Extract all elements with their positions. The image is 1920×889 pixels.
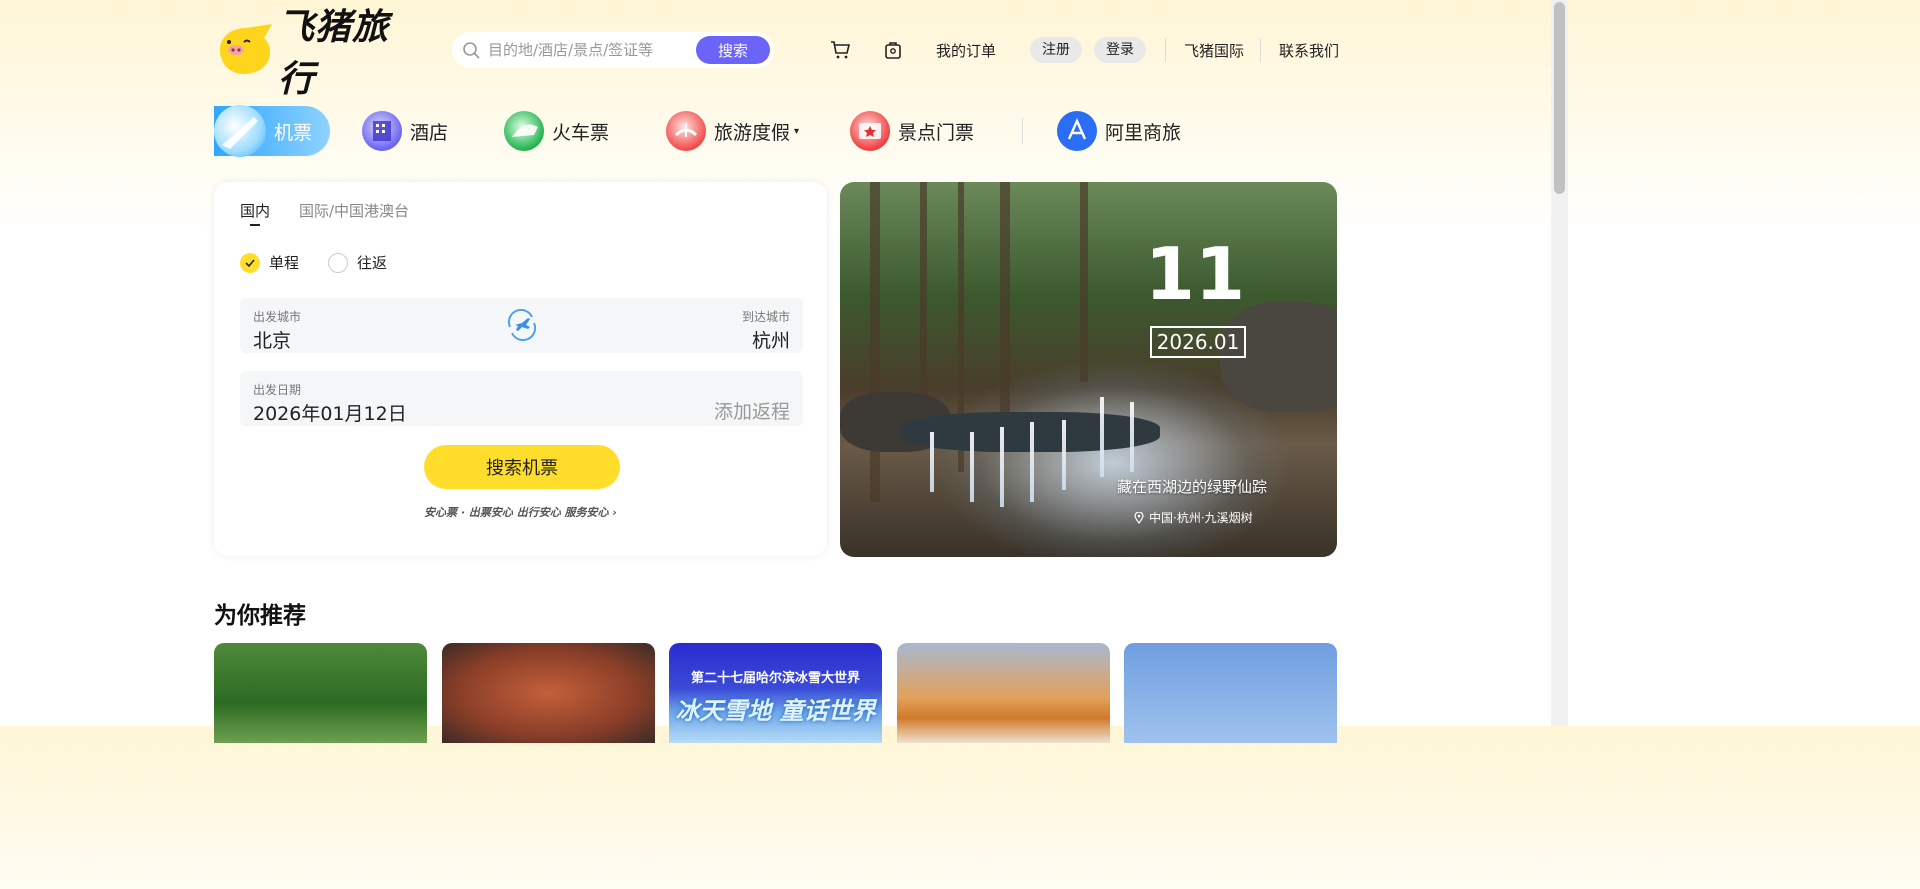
waterfall-stream xyxy=(930,432,934,492)
nav-item-label: 景点门票 xyxy=(898,121,975,144)
site-search: 搜索 xyxy=(452,32,774,68)
ali-business-icon xyxy=(1057,111,1097,151)
location-pin-icon xyxy=(1134,511,1144,524)
city-field: 出发城市 北京 到达城市 杭州 xyxy=(240,298,803,353)
round-trip-label: 往返 xyxy=(357,254,388,272)
one-way-label: 单程 xyxy=(269,254,300,272)
nav-item-tickets[interactable]: 景点门票 xyxy=(850,106,974,156)
header-divider xyxy=(1260,38,1261,62)
logo-text: 飞猪旅行 xyxy=(278,7,390,100)
scrollbar-thumb[interactable] xyxy=(1554,2,1565,194)
add-return-button[interactable]: 添加返程 xyxy=(714,397,790,424)
poster-title: 第二十七届哈尔滨冰雪大世界 xyxy=(690,671,860,686)
waterfall-stream xyxy=(970,432,974,502)
recommend-card-1[interactable] xyxy=(214,643,427,743)
feizhu-logo[interactable]: 飞猪旅行 xyxy=(214,7,424,100)
nav-item-hotel[interactable]: 酒店 xyxy=(362,106,448,156)
hero-date: 2026.01 xyxy=(1150,326,1246,358)
search-icon xyxy=(463,42,480,59)
from-city-input[interactable]: 北京 xyxy=(253,326,291,353)
date-field: 出发日期 2026年01月12日 添加返程 xyxy=(240,371,803,426)
recommend-card-4[interactable] xyxy=(897,643,1110,743)
chevron-down-icon: ▾ xyxy=(794,125,800,137)
check-icon xyxy=(240,252,260,273)
assurance-link[interactable]: 安心票 · 出票安心 出行安心 服务安心 › xyxy=(214,504,827,520)
nav-divider xyxy=(1022,118,1023,144)
recommend-title: 为你推荐 xyxy=(214,603,306,629)
recommend-card-3[interactable]: 第二十七届哈尔滨冰雪大世界 冰天雪地 童话世界 xyxy=(669,643,882,743)
search-flights-button[interactable]: 搜索机票 xyxy=(424,445,620,489)
waterfall-stream xyxy=(1062,420,1066,490)
recommend-card-5[interactable] xyxy=(1124,643,1337,743)
recommend-card-2[interactable] xyxy=(442,643,655,743)
train-icon xyxy=(504,111,544,151)
waterfall-stream xyxy=(1100,397,1104,477)
from-city-label: 出发城市 xyxy=(253,310,302,324)
to-city-label: 到达城市 xyxy=(741,310,790,324)
plane-icon xyxy=(214,105,266,157)
waterfall-stream xyxy=(1000,427,1004,507)
round-trip-radio[interactable]: 往返 xyxy=(328,252,387,273)
tab-domestic[interactable]: 国内 xyxy=(240,200,270,226)
cart-icon[interactable] xyxy=(830,40,850,60)
to-city-input[interactable]: 杭州 xyxy=(752,326,790,353)
tree-trunk xyxy=(870,182,880,502)
international-link[interactable]: 飞猪国际 xyxy=(1184,40,1244,61)
hero-location: 中国·杭州·九溪烟树 xyxy=(1134,509,1253,526)
bag-icon[interactable] xyxy=(883,40,903,60)
nav-item-ali-business[interactable]: 阿里商旅 xyxy=(1057,106,1181,156)
nav-item-label: 火车票 xyxy=(552,121,610,144)
one-way-radio[interactable]: 单程 xyxy=(240,252,299,273)
nav-item-label: 酒店 xyxy=(410,121,449,144)
hero-day: 11 xyxy=(1144,232,1246,316)
hero-caption: 藏在西湖边的绿野仙踪 xyxy=(1116,478,1267,496)
my-orders-link[interactable]: 我的订单 xyxy=(936,40,996,61)
nav-item-label: 旅游度假 xyxy=(714,121,791,144)
depart-date-label: 出发日期 xyxy=(253,383,302,397)
search-input[interactable] xyxy=(488,41,688,59)
register-button[interactable]: 注册 xyxy=(1030,37,1082,63)
hero-image[interactable]: 11 2026.01 藏在西湖边的绿野仙踪 中国·杭州·九溪烟树 xyxy=(840,182,1337,557)
nav-item-flights[interactable]: 机票 xyxy=(214,105,330,157)
hotel-icon xyxy=(362,111,402,151)
vacation-icon xyxy=(666,111,706,151)
search-button[interactable]: 搜索 xyxy=(696,36,770,64)
location-text: 中国·杭州·九溪烟树 xyxy=(1149,511,1253,525)
flight-booking-card: 国内 国际/中国港澳台 单程 往返 出发城市 北京 到达城市 杭州 出发日期 2… xyxy=(214,182,827,556)
pig-logo-icon xyxy=(214,24,274,76)
login-button[interactable]: 登录 xyxy=(1094,37,1146,63)
tab-international[interactable]: 国际/中国港澳台 xyxy=(299,200,409,221)
nav-item-vacation[interactable]: 旅游度假 ▾ xyxy=(666,106,799,156)
nav-item-label: 阿里商旅 xyxy=(1105,121,1182,144)
radio-empty-icon xyxy=(328,252,348,273)
ticket-icon xyxy=(850,111,890,151)
depart-date-input[interactable]: 2026年01月12日 xyxy=(253,399,407,426)
poster-slogan: 冰天雪地 童话世界 xyxy=(675,697,876,725)
header-divider xyxy=(1165,38,1166,62)
nav-item-label: 机票 xyxy=(274,121,313,144)
nav-item-train[interactable]: 火车票 xyxy=(504,106,609,156)
swap-cities-icon[interactable] xyxy=(506,309,538,341)
contact-link[interactable]: 联系我们 xyxy=(1279,40,1339,61)
page-scrollbar[interactable] xyxy=(1551,0,1568,726)
waterfall-stream xyxy=(1030,422,1034,502)
waterfall-stream xyxy=(1130,402,1134,472)
